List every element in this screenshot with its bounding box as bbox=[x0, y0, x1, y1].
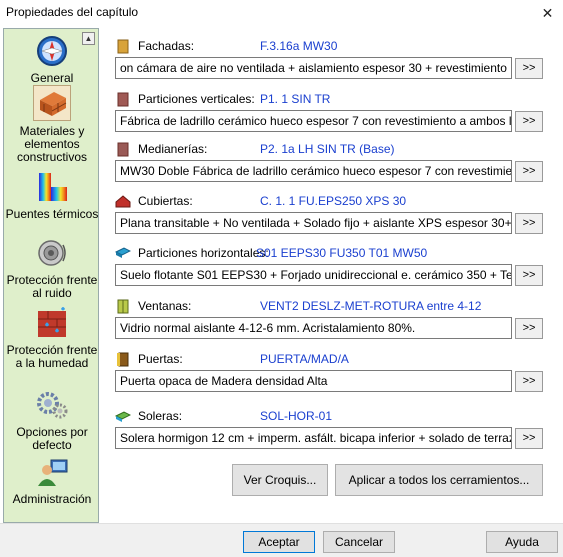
bricks-icon bbox=[33, 85, 71, 121]
sidebar-item-label: Protección frente al ruido bbox=[6, 273, 98, 300]
element-code[interactable]: F.3.16a MW30 bbox=[260, 39, 337, 53]
compass-icon bbox=[33, 33, 71, 69]
element-code[interactable]: S01 EEPS30 FU350 T01 MW50 bbox=[256, 246, 427, 260]
admin-user-icon bbox=[33, 454, 71, 490]
sidebar-item-label: Puentes térmicos bbox=[5, 207, 99, 221]
sidebar-item-label: General bbox=[30, 71, 74, 85]
window-icon bbox=[117, 299, 129, 314]
element-description-field[interactable]: on cámara de aire no ventilada + aislami… bbox=[115, 57, 512, 79]
select-element-button[interactable]: >> bbox=[515, 161, 543, 182]
element-label: Particiones horizontales: bbox=[138, 246, 269, 260]
element-code[interactable]: SOL-HOR-01 bbox=[260, 409, 332, 423]
select-element-button[interactable]: >> bbox=[515, 371, 543, 392]
element-label: Medianerías: bbox=[138, 142, 208, 156]
element-code[interactable]: PUERTA/MAD/A bbox=[260, 352, 349, 366]
close-button[interactable]: ✕ bbox=[532, 0, 563, 26]
select-element-button[interactable]: >> bbox=[515, 58, 543, 79]
help-button[interactable]: Ayuda bbox=[486, 531, 558, 553]
gears-icon bbox=[33, 387, 71, 423]
element-code[interactable]: C. 1. 1 FU.EPS250 XPS 30 bbox=[260, 194, 406, 208]
element-code[interactable]: P2. 1a LH SIN TR (Base) bbox=[260, 142, 395, 156]
damp-wall-icon bbox=[33, 305, 71, 341]
sidebar-item-label: Protección frente a la humedad bbox=[6, 343, 98, 370]
select-element-button[interactable]: >> bbox=[515, 318, 543, 339]
slab-icon bbox=[115, 411, 131, 422]
party-wall-icon bbox=[117, 142, 129, 157]
speaker-icon bbox=[33, 235, 71, 271]
element-label: Ventanas: bbox=[138, 299, 192, 313]
element-code[interactable]: P1. 1 SIN TR bbox=[260, 92, 330, 106]
dialog-footer: Aceptar Cancelar Ayuda bbox=[0, 523, 563, 557]
horizontal-partition-icon bbox=[115, 247, 131, 258]
select-element-button[interactable]: >> bbox=[515, 265, 543, 286]
vertical-partition-icon bbox=[117, 92, 129, 107]
element-label: Fachadas: bbox=[138, 39, 195, 53]
title-bar: Propiedades del capítulo ✕ bbox=[0, 0, 563, 26]
element-description-field[interactable]: Puerta opaca de Madera densidad Alta bbox=[115, 370, 512, 392]
roof-icon bbox=[115, 195, 131, 208]
select-element-button[interactable]: >> bbox=[515, 111, 543, 132]
element-label: Puertas: bbox=[138, 352, 183, 366]
element-description-field[interactable]: Plana transitable + No ventilada + Solad… bbox=[115, 212, 512, 234]
element-label: Cubiertas: bbox=[138, 194, 193, 208]
sidebar-item-materiales[interactable]: Materiales y elementos constructivos bbox=[4, 85, 100, 164]
sidebar-item-puentes[interactable]: Puentes térmicos bbox=[4, 169, 100, 221]
sidebar-item-ruido[interactable]: Protección frente al ruido bbox=[4, 235, 100, 300]
facade-icon bbox=[117, 39, 129, 54]
element-description-field[interactable]: Suelo flotante S01 EEPS30 + Forjado unid… bbox=[115, 264, 512, 286]
door-icon bbox=[117, 352, 129, 367]
sidebar-item-label: Opciones por defecto bbox=[16, 425, 88, 452]
element-description-field[interactable]: Fábrica de ladrillo cerámico hueco espes… bbox=[115, 110, 512, 132]
window-title: Propiedades del capítulo bbox=[6, 5, 139, 19]
sidebar-item-opciones[interactable]: Opciones por defecto bbox=[4, 387, 100, 452]
element-description-field[interactable]: MW30 Doble Fábrica de ladrillo cerámico … bbox=[115, 160, 512, 182]
accept-button[interactable]: Aceptar bbox=[243, 531, 315, 553]
sidebar-item-label: Administración bbox=[12, 492, 92, 506]
sidebar-item-label: Materiales y elementos constructivos bbox=[16, 124, 88, 164]
ver-croquis-button[interactable]: Ver Croquis... bbox=[232, 464, 328, 496]
select-element-button[interactable]: >> bbox=[515, 428, 543, 449]
sidebar-item-general[interactable]: General bbox=[4, 33, 100, 85]
element-description-field[interactable]: Vidrio normal aislante 4-12-6 mm. Acrist… bbox=[115, 317, 512, 339]
element-code[interactable]: VENT2 DESLZ-MET-ROTURA entre 4-12 bbox=[260, 299, 481, 313]
sidebar: ▲ General Materiales y elementos constru… bbox=[3, 28, 99, 523]
sidebar-item-administracion[interactable]: Administración bbox=[4, 454, 100, 506]
aplicar-todos-button[interactable]: Aplicar a todos los cerramientos... bbox=[335, 464, 543, 496]
thermal-bridge-icon bbox=[33, 169, 71, 205]
select-element-button[interactable]: >> bbox=[515, 213, 543, 234]
element-label: Particiones verticales: bbox=[138, 92, 255, 106]
element-label: Soleras: bbox=[138, 409, 183, 423]
sidebar-item-humedad[interactable]: Protección frente a la humedad bbox=[4, 305, 100, 370]
element-description-field[interactable]: Solera hormigon 12 cm + imperm. asfált. … bbox=[115, 427, 512, 449]
cancel-button[interactable]: Cancelar bbox=[323, 531, 395, 553]
